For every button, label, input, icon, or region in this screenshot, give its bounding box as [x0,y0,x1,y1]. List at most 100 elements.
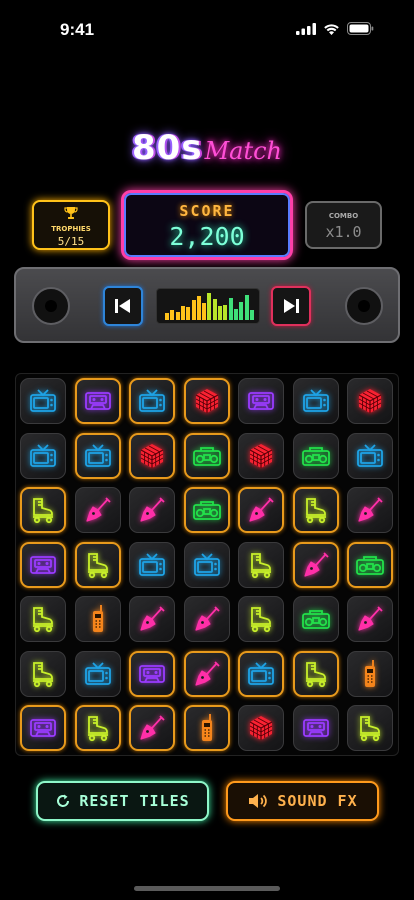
tile-skate[interactable] [238,541,284,588]
equalizer-bar [223,305,228,320]
logo-main: 80s [132,128,203,168]
tile-boombox[interactable] [183,487,230,533]
tile-tv[interactable] [183,541,230,588]
tile-cassette[interactable] [20,705,66,751]
tile-skate[interactable] [238,596,284,642]
tile-boombox[interactable] [292,432,339,479]
rubiks-cube-icon [193,387,221,415]
tile-guitar[interactable] [183,596,230,642]
tile-tv[interactable] [129,541,175,588]
tv-icon [29,443,57,469]
equalizer-bar [180,306,185,320]
tile-guitar[interactable] [292,541,339,588]
cell-phone-icon [360,659,380,689]
tile-skate[interactable] [20,487,66,533]
tile-cube[interactable] [129,432,175,479]
cell-phone-icon [88,604,108,634]
tile-tv[interactable] [238,650,284,697]
equalizer-bar [212,299,217,320]
tile-cube[interactable] [238,432,284,479]
tile-guitar[interactable] [238,487,284,533]
tv-icon [247,661,275,687]
game-board [15,373,399,756]
tile-guitar[interactable] [347,487,393,533]
tile-cassette[interactable] [74,378,121,424]
equalizer [156,288,260,324]
rubiks-cube-icon [356,387,384,415]
tile-cassette[interactable] [129,650,175,697]
equalizer-bar [196,296,201,320]
tile-guitar[interactable] [74,487,121,533]
skip-back-button[interactable] [103,286,143,326]
tile-cassette[interactable] [238,378,284,424]
roller-skate-icon [302,660,330,688]
tile-tv[interactable] [129,378,175,424]
tile-boombox[interactable] [183,432,230,479]
tile-cassette[interactable] [292,705,339,751]
tile-cube[interactable] [183,378,230,424]
score-panel: SCORE 2,200 [121,190,293,260]
tile-skate[interactable] [74,705,121,751]
tile-tv[interactable] [74,650,121,697]
roller-skate-icon [356,714,384,742]
tile-boombox[interactable] [347,541,393,588]
tile-tv[interactable] [74,432,121,479]
skip-forward-icon [284,299,299,313]
guitar-icon [193,605,221,633]
trophies-panel[interactable]: TROPHIES 5/15 [32,200,110,250]
tile-cube[interactable] [238,705,284,751]
wifi-icon [324,23,339,35]
tile-skate[interactable] [292,487,339,533]
boombox-icon [301,445,331,467]
equalizer-bar [239,302,244,320]
tile-boombox[interactable] [292,596,339,642]
combo-panel: COMBO x1.0 [305,201,382,249]
tile-guitar[interactable] [129,487,175,533]
tile-tv[interactable] [347,432,393,479]
equalizer-bar [228,298,233,320]
status-time: 9:41 [60,20,95,39]
home-indicator[interactable] [134,886,280,891]
tile-cassette[interactable] [20,541,66,588]
roller-skate-icon [302,496,330,524]
speaker-icon [247,793,269,809]
tile-phone[interactable] [347,650,393,697]
tile-tv[interactable] [292,378,339,424]
tv-icon [84,661,112,687]
tv-icon [138,388,166,414]
status-icons [296,22,374,35]
guitar-icon [356,605,384,633]
roller-skate-icon [84,551,112,579]
equalizer-bar [191,300,196,320]
logo-script: Match [204,137,282,165]
tile-skate[interactable] [74,541,121,588]
tile-cube[interactable] [347,378,393,424]
tile-skate[interactable] [292,650,339,697]
roller-skate-icon [29,496,57,524]
tile-guitar[interactable] [129,596,175,642]
reset-tiles-label: RESET TILES [79,792,190,810]
equalizer-bar [233,309,238,320]
tile-guitar[interactable] [183,650,230,697]
tile-skate[interactable] [347,705,393,751]
guitar-icon [302,551,330,579]
cassette-player [14,267,400,343]
tile-skate[interactable] [20,596,66,642]
tile-tv[interactable] [20,378,66,424]
left-reel [32,287,70,325]
tile-guitar[interactable] [129,705,175,751]
right-reel [345,287,383,325]
roller-skate-icon [247,605,275,633]
tile-phone[interactable] [74,596,121,642]
equalizer-bar [170,310,175,320]
reset-tiles-button[interactable]: RESET TILES [36,781,209,821]
sound-fx-button[interactable]: SOUND FX [226,781,379,821]
guitar-icon [138,714,166,742]
tile-tv[interactable] [20,432,66,479]
tile-guitar[interactable] [347,596,393,642]
equalizer-bar [175,312,180,320]
tile-phone[interactable] [183,705,230,751]
skip-forward-button[interactable] [271,286,311,326]
tile-skate[interactable] [20,650,66,697]
equalizer-bar [186,307,191,320]
